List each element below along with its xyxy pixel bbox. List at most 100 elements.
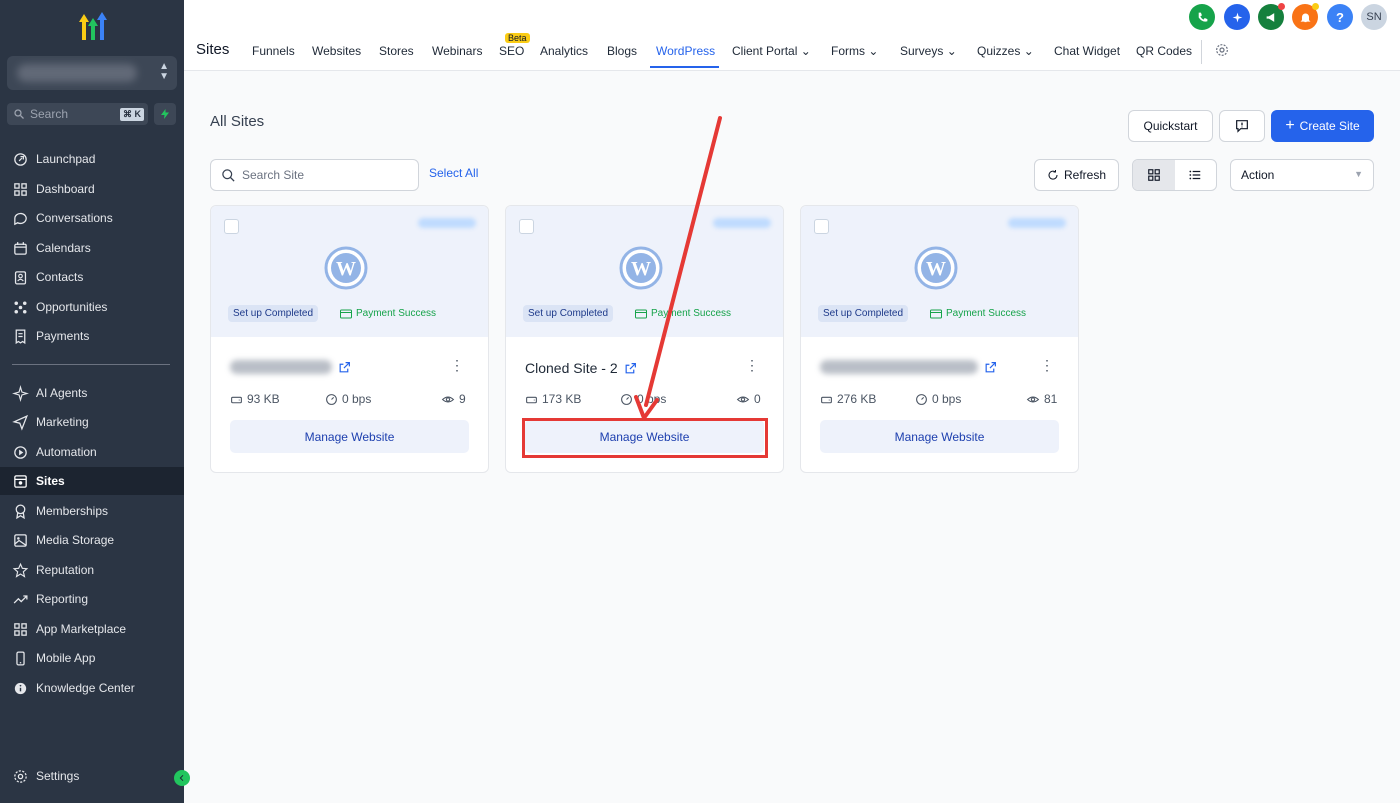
more-options-icon[interactable]: ⋮ [1040,357,1054,374]
payment-label: Payment Success [946,308,1027,319]
sidebar-item-label: Reputation [36,563,95,577]
storage-stat: 276 KB [820,392,876,406]
manage-website-button[interactable]: Manage Website [230,420,469,453]
help-button[interactable]: ? [1327,4,1353,30]
sidebar-item-conversations[interactable]: Conversations [0,204,184,232]
tab-qr-codes[interactable]: QR Codes [1136,44,1192,58]
site-checkbox[interactable] [519,219,534,234]
sidebar-item-label: Mobile App [36,651,96,665]
phone-call-button[interactable] [1189,4,1215,30]
notification-dot [1278,3,1285,10]
sidebar-item-media-storage[interactable]: Media Storage [0,526,184,554]
tab-webinars[interactable]: Webinars [432,44,482,58]
sidebar-item-calendars[interactable]: Calendars [0,234,184,262]
tab-funnels[interactable]: Funnels [252,44,295,58]
quickstart-button[interactable]: Quickstart [1128,110,1213,142]
sidebar-item-label: Contacts [36,270,84,284]
sparkle-icon [1232,12,1242,22]
sidebar-item-label: Calendars [36,241,91,255]
gear-icon[interactable] [1214,42,1230,58]
sidebar-item-sites[interactable]: Sites [0,467,184,495]
status-badge: Set up Completed [523,305,614,322]
gear-icon [14,769,27,783]
bandwidth-value: 0 bps [637,392,667,406]
svg-text:W: W [631,258,651,280]
views-stat: 81 [1026,392,1057,406]
sidebar-item-mobile-app[interactable]: Mobile App [0,644,184,672]
payments-icon [15,328,26,344]
sidebar-item-marketing[interactable]: Marketing [0,408,184,436]
sidebar-item-label: Settings [36,769,80,783]
select-all-link[interactable]: Select All [429,166,478,180]
star-icon [12,562,29,578]
sidebar-divider [12,364,170,365]
views-value: 81 [1044,392,1058,406]
announcements-button[interactable] [1258,3,1285,30]
site-checkbox[interactable] [224,219,239,234]
grid-icon [14,182,27,196]
tab-surveys[interactable]: Surveys ⌄ [900,44,957,58]
list-view-button[interactable] [1175,160,1217,190]
site-checkbox[interactable] [814,219,829,234]
external-link-icon[interactable] [338,361,351,374]
tab-blogs[interactable]: Blogs [607,44,637,58]
search-site-input[interactable]: Search Site [210,159,419,191]
award-icon [15,503,26,519]
chevron-left-icon [179,774,184,782]
search-icon [222,168,235,182]
avatar[interactable]: SN [1361,4,1387,30]
action-dropdown[interactable]: Action ▼ [1230,159,1374,191]
tab-quizzes[interactable]: Quizzes ⌄ [977,44,1034,58]
tab-client-portal[interactable]: Client Portal ⌄ [732,44,811,58]
credit-card-icon [340,309,352,318]
account-switcher[interactable]: ▲ ▼ [7,56,177,90]
sidebar-item-ai-agents[interactable]: AI Agents [0,379,184,407]
tab-analytics[interactable]: Analytics [540,44,588,58]
sidebar-item-label: Dashboard [36,182,95,196]
account-name [17,64,137,82]
create-site-button[interactable]: + Create Site [1271,110,1374,142]
sidebar-item-launchpad[interactable]: Launchpad [0,145,184,173]
sidebar-item-contacts[interactable]: Contacts [0,263,184,291]
hard-drive-icon [526,396,537,403]
sidebar-item-opportunities[interactable]: Opportunities [0,293,184,321]
sidebar-item-payments[interactable]: Payments [0,322,184,350]
sidebar-item-dashboard[interactable]: Dashboard [0,175,184,203]
tab-stores[interactable]: Stores [379,44,414,58]
sidebar-item-app-marketplace[interactable]: App Marketplace [0,615,184,643]
collapse-sidebar-button[interactable] [174,770,190,786]
chevron-down-icon: ⌄ [946,44,957,58]
site-date-blurred [713,218,771,228]
trend-icon [13,594,28,603]
notifications-button[interactable] [1292,3,1319,30]
phone-icon [16,650,25,666]
grid-view-button[interactable] [1133,160,1175,190]
sidebar: ▲ ▼ Search ⌘ K Launchpad Dashboard Conver… [0,0,190,803]
manage-website-button[interactable]: Manage Website [820,420,1059,453]
sidebar-item-memberships[interactable]: Memberships [0,497,184,525]
sidebar-item-settings[interactable]: Settings [0,762,184,790]
tab-seo[interactable]: SEO [499,44,524,58]
sidebar-search-input[interactable]: Search ⌘ K [7,103,148,125]
tab-forms[interactable]: Forms ⌄ [831,44,878,58]
tab-websites[interactable]: Websites [312,44,361,58]
quick-action-button[interactable] [154,103,176,125]
ai-assistant-button[interactable] [1224,4,1250,30]
tab-chat-widget[interactable]: Chat Widget [1054,44,1120,58]
external-link-icon[interactable] [984,361,997,374]
more-options-icon[interactable]: ⋮ [745,357,759,374]
feedback-button[interactable] [1219,110,1265,142]
chevron-down-icon: ⌄ [1023,44,1034,58]
sidebar-item-reporting[interactable]: Reporting [0,585,184,613]
sidebar-item-automation[interactable]: Automation [0,438,184,466]
sidebar-item-knowledge-center[interactable]: Knowledge Center [0,674,184,702]
automation-icon [14,445,27,459]
wordpress-icon: W [914,246,958,290]
more-options-icon[interactable]: ⋮ [450,357,464,374]
bandwidth-stat: 0 bps [325,392,371,406]
tab-wordpress[interactable]: WordPress [656,44,715,58]
wordpress-icon: W [324,246,368,290]
sidebar-item-reputation[interactable]: Reputation [0,556,184,584]
external-link-icon[interactable] [624,362,637,375]
refresh-button[interactable]: Refresh [1034,159,1119,191]
